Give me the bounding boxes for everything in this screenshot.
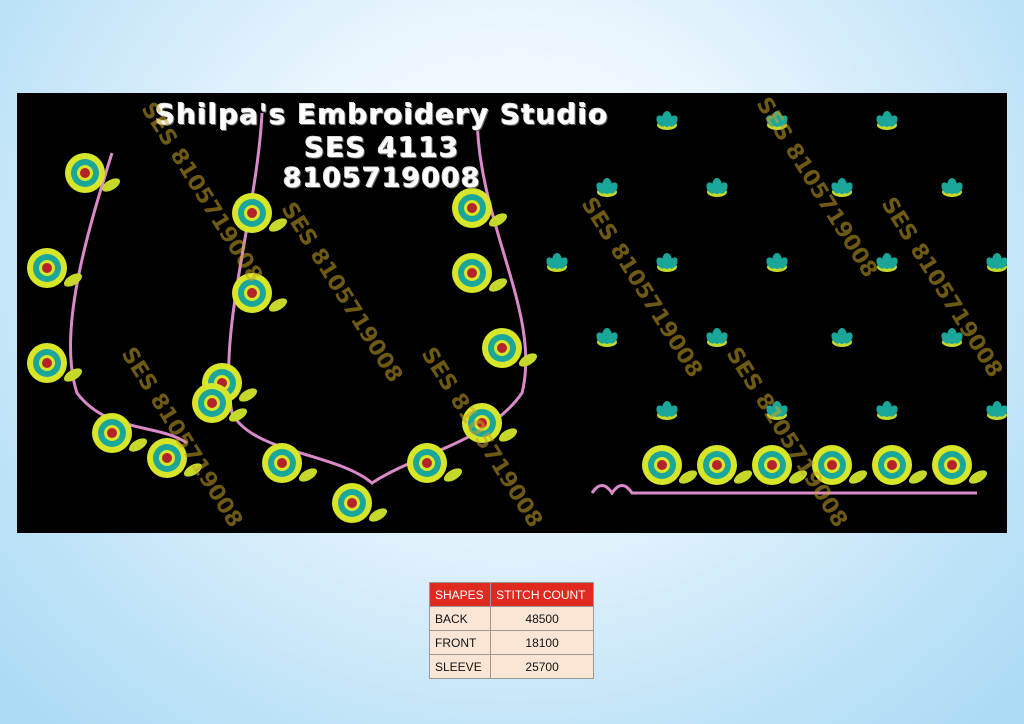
- shape-cell: BACK: [428, 606, 492, 631]
- flower-motif: [697, 445, 753, 485]
- stitch-count-table: SHAPES STITCH COUNT BACK 48500 FRONT 181…: [428, 582, 594, 679]
- stitch-count-cell: 48500: [490, 606, 594, 631]
- table-row: SLEEVE 25700: [428, 654, 594, 679]
- flower-motif: [27, 343, 83, 383]
- flower-motif: [332, 483, 388, 523]
- shape-cell: FRONT: [428, 630, 492, 655]
- column-header-shapes: SHAPES: [428, 582, 492, 607]
- stitch-count-cell: 18100: [490, 630, 594, 655]
- table-header-row: SHAPES STITCH COUNT: [428, 582, 594, 607]
- flower-motif: [262, 443, 318, 483]
- design-code: SES 4113: [304, 131, 460, 164]
- bud-motif: [766, 253, 788, 272]
- studio-name: Shilpa's Embroidery Studio: [155, 98, 609, 131]
- contact-number: 8105719008: [283, 163, 481, 194]
- flower-motif: [872, 445, 928, 485]
- bud-motif: [986, 253, 1007, 272]
- flower-motif: [27, 248, 83, 288]
- bud-motif: [656, 253, 678, 272]
- flower-motif: [452, 188, 508, 228]
- bud-motif: [986, 401, 1007, 420]
- flower-motif: [932, 445, 988, 485]
- stitch-count-cell: 25700: [490, 654, 594, 679]
- flower-motif: [642, 445, 698, 485]
- bud-motif: [596, 328, 618, 347]
- bud-motif: [706, 328, 728, 347]
- table-row: FRONT 18100: [428, 630, 594, 655]
- flower-motif: [92, 413, 148, 453]
- embroidery-design-panel: Shilpa's Embroidery Studio SES 4113 8105…: [17, 93, 1007, 533]
- shape-cell: SLEEVE: [428, 654, 492, 679]
- bud-motif: [546, 253, 568, 272]
- sleeve-border-outline: [590, 484, 977, 496]
- table-row: BACK 48500: [428, 606, 594, 631]
- bud-motif: [831, 328, 853, 347]
- flower-motif: [407, 443, 463, 483]
- flower-motif: [452, 253, 508, 293]
- bud-motif: [876, 111, 898, 130]
- column-header-stitch-count: STITCH COUNT: [490, 582, 594, 607]
- bud-motif: [876, 401, 898, 420]
- bud-motif: [941, 178, 963, 197]
- bud-motif: [656, 401, 678, 420]
- flower-motif: [482, 328, 538, 368]
